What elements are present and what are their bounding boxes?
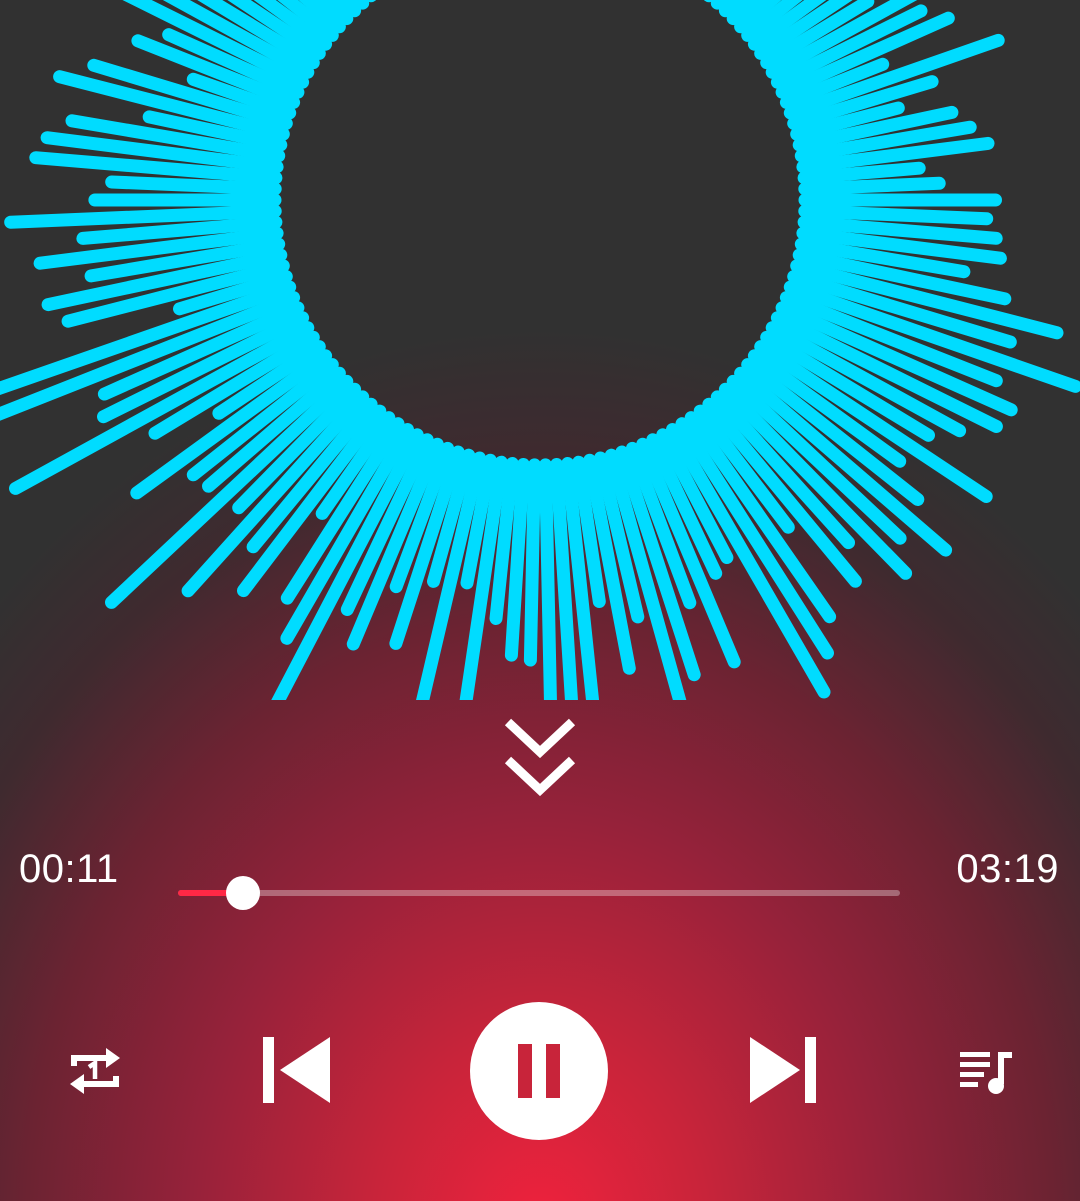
seek-thumb[interactable]	[226, 876, 260, 910]
queue-button[interactable]	[950, 1040, 1020, 1100]
pause-icon	[470, 1002, 608, 1140]
visualizer-bar	[523, 458, 541, 667]
audio-visualizer	[0, 0, 1080, 700]
playlist-icon	[960, 1052, 1012, 1094]
visualizer-bar	[105, 175, 282, 196]
now-playing-screen: 00:11 03:19	[0, 0, 1080, 1201]
repeat-one-button[interactable]	[60, 1036, 130, 1106]
visualizer-bar	[539, 458, 557, 700]
visualizer-bar	[798, 204, 994, 226]
elapsed-time: 00:11	[19, 847, 119, 891]
next-track-button[interactable]	[740, 1030, 830, 1110]
play-pause-button[interactable]	[470, 1002, 608, 1140]
seek-track	[178, 890, 900, 896]
collapse-player-button[interactable]	[500, 712, 580, 804]
double-chevron-down-icon	[504, 718, 576, 797]
visualizer-bar	[798, 176, 946, 196]
skip-next-icon	[750, 1037, 816, 1103]
seek-bar[interactable]	[178, 870, 900, 916]
repeat-one-icon	[70, 1048, 120, 1094]
previous-track-button[interactable]	[250, 1030, 340, 1110]
skip-previous-icon	[263, 1037, 330, 1103]
total-duration: 03:19	[956, 847, 1059, 891]
